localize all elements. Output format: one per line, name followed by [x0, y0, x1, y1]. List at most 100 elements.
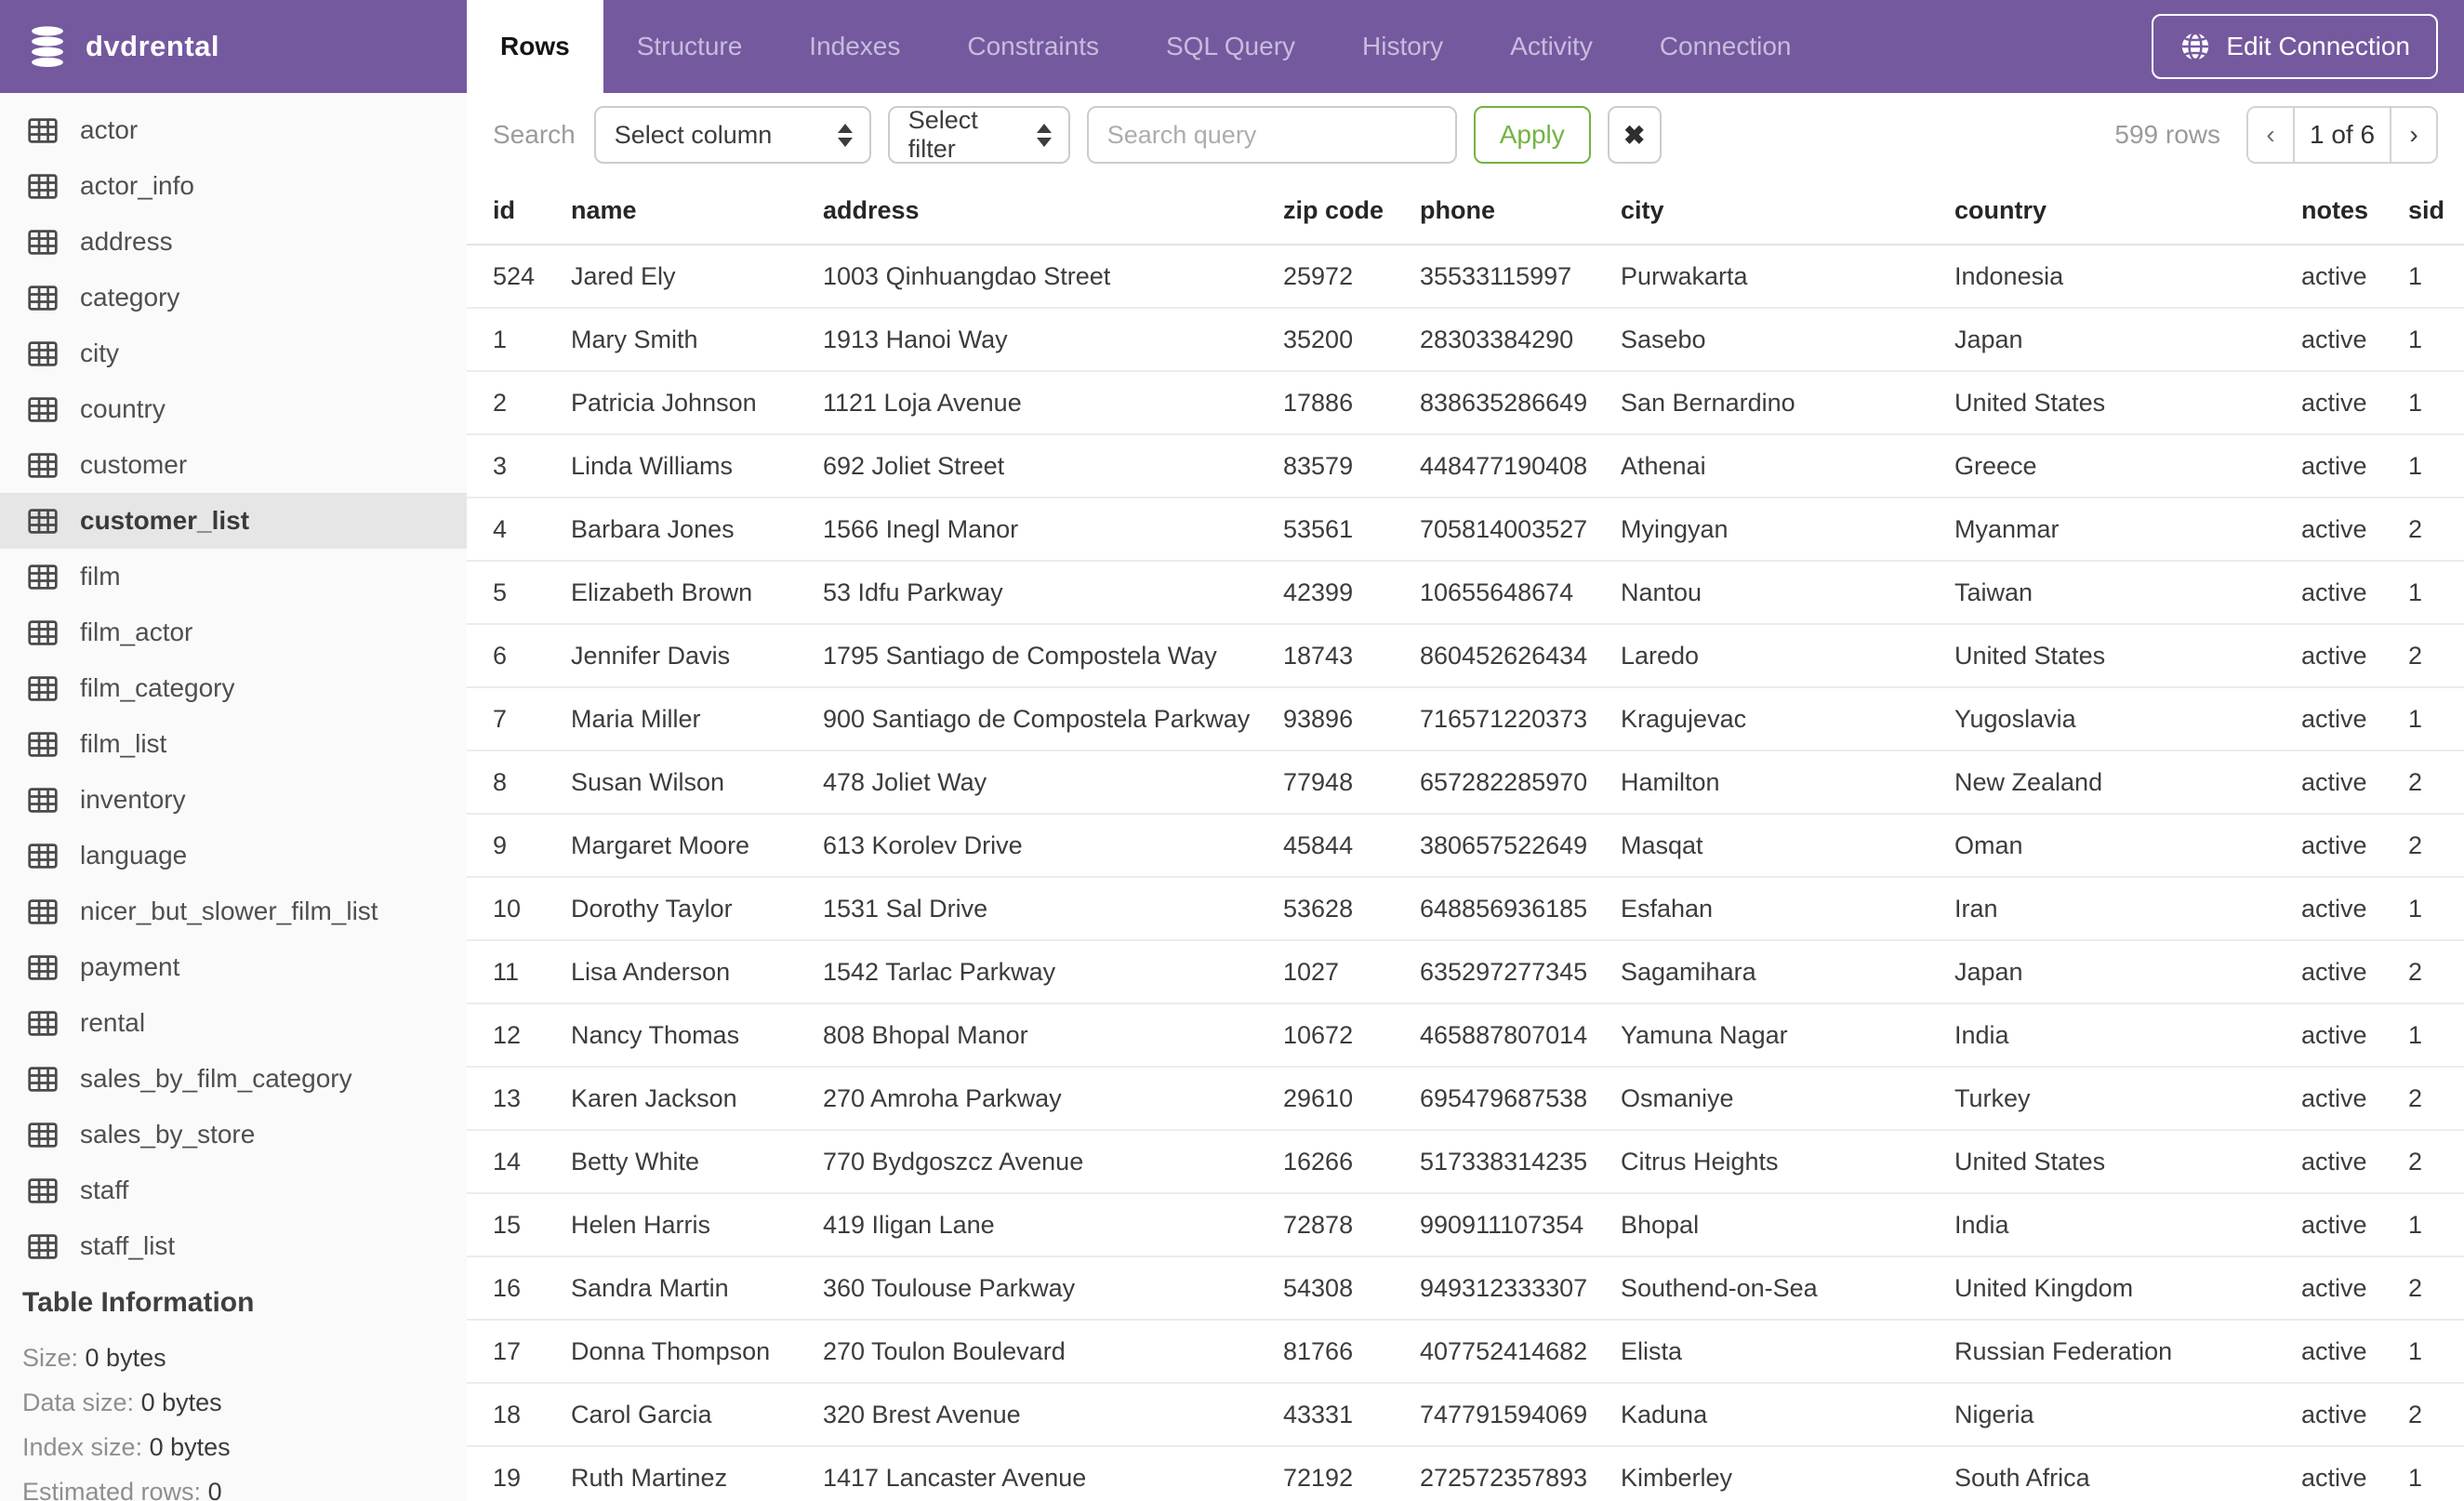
sidebar-item-label: category: [80, 283, 180, 312]
table-row[interactable]: 7 Maria Miller 900 Santiago de Compostela …: [467, 688, 2464, 751]
table-row[interactable]: 14 Betty White 770 Bydgoszcz Avenue 16266 51…: [467, 1131, 2464, 1194]
table-row[interactable]: 12 Nancy Thomas 808 Bhopal Manor 10672 46588…: [467, 1004, 2464, 1068]
cell-notes: active: [2301, 767, 2367, 796]
cell-id: 12: [493, 1020, 522, 1049]
sidebar-item-country[interactable]: country: [0, 381, 467, 437]
cell-address: 770 Bydgoszcz Avenue: [823, 1147, 1084, 1176]
cell-sid: 2: [2408, 641, 2423, 670]
sidebar-item-label: sales_by_film_category: [80, 1064, 352, 1093]
sidebar-item-film_actor[interactable]: film_actor: [0, 604, 467, 660]
clear-search-button[interactable]: ✖: [1607, 106, 1662, 164]
search-query-input[interactable]: [1086, 106, 1457, 164]
column-select[interactable]: Select column: [593, 106, 871, 164]
sidebar-item-customer[interactable]: customer: [0, 437, 467, 493]
cell-phone: 657282285970: [1420, 767, 1588, 796]
cell-phone: 380657522649: [1420, 830, 1588, 859]
sidebar-item-rental[interactable]: rental: [0, 995, 467, 1051]
cell-city: Elista: [1621, 1336, 1683, 1365]
table-row[interactable]: 15 Helen Harris 419 Iligan Lane 72878 990911…: [467, 1194, 2464, 1257]
cell-address: 270 Amroha Parkway: [823, 1083, 1062, 1112]
tab-constraints[interactable]: Constraints: [934, 0, 1133, 93]
cell-sid: 1: [2408, 1210, 2423, 1239]
search-label: Search: [493, 120, 576, 149]
cell-id: 10: [493, 894, 522, 923]
table-information-panel: Table Information Size: 0 bytes Data size…: [0, 1287, 467, 1501]
sidebar-item-language[interactable]: language: [0, 828, 467, 883]
cell-id: 2: [493, 388, 508, 417]
table-row[interactable]: 10 Dorothy Taylor 1531 Sal Drive 53628 64885…: [467, 878, 2464, 941]
cell-country: United States: [1954, 388, 2106, 417]
sidebar-item-category[interactable]: category: [0, 270, 467, 325]
data-grid: id name address zip code phone city country not…: [467, 177, 2464, 1501]
sidebar-item-inventory[interactable]: inventory: [0, 772, 467, 828]
table-row[interactable]: 8 Susan Wilson 478 Joliet Way 77948 65728228…: [467, 751, 2464, 815]
table-information-fields: Size: 0 bytes Data size: 0 bytes Index siz…: [22, 1335, 467, 1501]
table-row[interactable]: 3 Linda Williams 692 Joliet Street 83579 448…: [467, 435, 2464, 498]
next-page-button[interactable]: ›: [2391, 108, 2436, 162]
cell-zip-code: 81766: [1283, 1336, 1354, 1365]
table-row[interactable]: 19 Ruth Martinez 1417 Lancaster Avenue 7219…: [467, 1447, 2464, 1501]
table-grid-icon: [28, 1066, 58, 1092]
sidebar-item-label: customer_list: [80, 506, 250, 535]
table-row[interactable]: 4 Barbara Jones 1566 Inegl Manor 53561 70581…: [467, 498, 2464, 562]
sidebar-item-film[interactable]: film: [0, 549, 467, 604]
apply-button[interactable]: Apply: [1473, 106, 1591, 164]
cell-phone: 860452626434: [1420, 641, 1588, 670]
table-row[interactable]: 2 Patricia Johnson 1121 Loja Avenue 17886 83…: [467, 372, 2464, 435]
database-icon: [32, 26, 63, 67]
edit-connection-button[interactable]: Edit Connection: [2152, 14, 2438, 79]
cell-sid: 1: [2408, 451, 2423, 480]
table-row[interactable]: 16 Sandra Martin 360 Toulouse Parkway 54308…: [467, 1257, 2464, 1321]
sidebar-item-payment[interactable]: payment: [0, 939, 467, 995]
tab-connection[interactable]: Connection: [1626, 0, 1825, 93]
cell-notes: active: [2301, 451, 2367, 480]
table-row[interactable]: 18 Carol Garcia 320 Brest Avenue 43331 74779…: [467, 1384, 2464, 1447]
cell-sid: 2: [2408, 957, 2423, 986]
sidebar-item-nicer_but_slower_film_list[interactable]: nicer_but_slower_film_list: [0, 883, 467, 939]
edit-connection-label: Edit Connection: [2226, 32, 2410, 60]
table-row[interactable]: 1 Mary Smith 1913 Hanoi Way 35200 2830338429…: [467, 309, 2464, 372]
filter-select[interactable]: Select filter: [887, 106, 1070, 164]
sidebar-item-sales_by_store[interactable]: sales_by_store: [0, 1107, 467, 1162]
cell-id: 8: [493, 767, 508, 796]
cell-notes: active: [2301, 388, 2367, 417]
tab-rows[interactable]: Rows: [467, 0, 603, 93]
previous-page-button[interactable]: ‹: [2248, 108, 2293, 162]
sidebar-item-film_category[interactable]: film_category: [0, 660, 467, 716]
sidebar-item-label: address: [80, 227, 173, 256]
sidebar-item-staff[interactable]: staff: [0, 1162, 467, 1218]
tab-indexes[interactable]: Indexes: [775, 0, 934, 93]
table-row[interactable]: 13 Karen Jackson 270 Amroha Parkway 29610 69…: [467, 1068, 2464, 1131]
cell-phone: 747791594069: [1420, 1400, 1588, 1428]
sidebar-item-staff_list[interactable]: staff_list: [0, 1218, 467, 1274]
table-row[interactable]: 17 Donna Thompson 270 Toulon Boulevard 8176…: [467, 1321, 2464, 1384]
table-row[interactable]: 11 Lisa Anderson 1542 Tarlac Parkway 1027 63…: [467, 941, 2464, 1004]
cell-id: 14: [493, 1147, 522, 1176]
table-info-field: Estimated rows: 0: [22, 1469, 467, 1501]
cell-name: Margaret Moore: [571, 830, 750, 859]
select-arrows-icon: [837, 123, 853, 147]
sidebar-item-actor_info[interactable]: actor_info: [0, 158, 467, 214]
cell-name: Susan Wilson: [571, 767, 725, 796]
cell-notes: active: [2301, 704, 2367, 733]
sidebar-item-customer_list[interactable]: customer_list: [0, 493, 467, 549]
column-header-city: city: [1621, 195, 1664, 224]
cell-notes: active: [2301, 1147, 2367, 1176]
cell-city: Masqat: [1621, 830, 1703, 859]
sidebar-item-film_list[interactable]: film_list: [0, 716, 467, 772]
sidebar-item-city[interactable]: city: [0, 325, 467, 381]
table-row[interactable]: 6 Jennifer Davis 1795 Santiago de Composte…: [467, 625, 2464, 688]
table-row[interactable]: 5 Elizabeth Brown 53 Idfu Parkway 42399 1065…: [467, 562, 2464, 625]
tab-activity[interactable]: Activity: [1477, 0, 1626, 93]
sidebar-item-address[interactable]: address: [0, 214, 467, 270]
table-row[interactable]: 524 Jared Ely 1003 Qinhuangdao Street 25972…: [467, 246, 2464, 309]
cell-name: Donna Thompson: [571, 1336, 771, 1365]
sidebar-item-sales_by_film_category[interactable]: sales_by_film_category: [0, 1051, 467, 1107]
cell-phone: 28303384290: [1420, 325, 1574, 353]
tab-structure[interactable]: Structure: [603, 0, 776, 93]
tab-sql-query[interactable]: SQL Query: [1133, 0, 1329, 93]
column-header-name: name: [571, 195, 637, 224]
tab-history[interactable]: History: [1329, 0, 1477, 93]
sidebar-item-actor[interactable]: actor: [0, 102, 467, 158]
table-row[interactable]: 9 Margaret Moore 613 Korolev Drive 45844 380…: [467, 815, 2464, 878]
